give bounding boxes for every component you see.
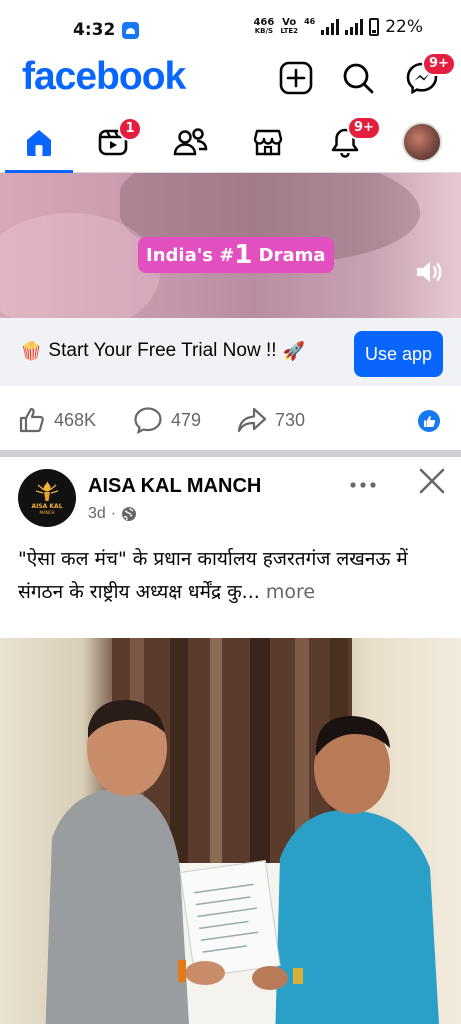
- ad-pill-suffix: Drama: [258, 244, 326, 266]
- friends-icon: [173, 128, 208, 156]
- plus-icon: [279, 61, 313, 95]
- post-header: AISA KAL MANCH AISA KAL MANCH 3d ·: [0, 457, 461, 529]
- volte-top: Vo: [282, 17, 297, 28]
- rocket-icon: 🚀: [282, 340, 305, 361]
- share-count: 730: [275, 409, 306, 430]
- tab-home[interactable]: [4, 113, 74, 171]
- photo-content: [45, 638, 439, 1024]
- popcorn-icon: 🍿: [20, 340, 43, 361]
- use-app-button[interactable]: Use app: [354, 331, 443, 377]
- signal-icon: [321, 19, 340, 35]
- post-caption-text: "ऐसा कल मंच" के प्रधान कार्यालय हजरतगंज …: [18, 548, 408, 603]
- share-icon: [237, 407, 267, 433]
- avatar-text-bottom: MANCH: [39, 510, 55, 515]
- signal-icon-2: [345, 19, 364, 35]
- profile-avatar: [402, 122, 442, 162]
- tab-profile[interactable]: [387, 113, 457, 171]
- globe-icon: [122, 507, 137, 521]
- tab-video[interactable]: 1: [78, 113, 148, 171]
- post-caption: "ऐसा कल मंच" के प्रधान कार्यालय हजरतगंज …: [0, 529, 461, 638]
- like-reaction-icon: [418, 410, 440, 432]
- close-icon: [419, 468, 445, 494]
- ad-pill-prefix: India's #: [146, 244, 235, 266]
- create-button[interactable]: [276, 58, 316, 98]
- like-count: 468K: [54, 409, 97, 430]
- volume-button[interactable]: [414, 257, 444, 291]
- ad-reactions: 468K 479 730: [0, 386, 461, 450]
- battery-percent: 22%: [385, 17, 423, 37]
- volume-icon: [417, 262, 442, 282]
- ad-video[interactable]: India's #1 Drama: [0, 173, 461, 318]
- marketplace-icon: [253, 129, 283, 156]
- ad-cta-bar: 🍿 Start Your Free Trial Now !! 🚀 Use app: [0, 318, 461, 386]
- post-time[interactable]: 3d: [88, 505, 106, 523]
- more-icon: [350, 482, 376, 488]
- feed-divider: [0, 450, 461, 457]
- search-icon: [343, 63, 374, 94]
- home-icon: [27, 130, 51, 156]
- torch-logo-icon: [36, 481, 58, 501]
- page-avatar[interactable]: AISA KAL MANCH: [18, 469, 76, 527]
- avatar-text-top: AISA KAL: [31, 503, 63, 510]
- notifications-badge: 9+: [347, 116, 381, 140]
- network-speed-value: 466: [253, 17, 275, 28]
- post-options-button[interactable]: [349, 471, 377, 496]
- meta-separator: ·: [110, 505, 117, 522]
- status-time: 4:32: [73, 20, 116, 40]
- comment-button[interactable]: 479: [133, 406, 201, 434]
- volte-indicator: Vo LTE2: [280, 18, 298, 36]
- see-more-link[interactable]: more: [266, 581, 315, 603]
- network-speed-unit: KB/S: [254, 27, 274, 35]
- tab-marketplace[interactable]: [233, 113, 303, 171]
- video-badge: 1: [118, 117, 142, 141]
- facebook-logo[interactable]: facebook: [22, 55, 186, 99]
- comment-count: 479: [171, 409, 202, 430]
- like-button[interactable]: 468K: [18, 406, 96, 434]
- ad-cta-text: Start Your Free Trial Now !!: [48, 340, 277, 361]
- tab-friends[interactable]: [156, 113, 226, 171]
- post-meta: 3d ·: [88, 505, 137, 523]
- network-speed: 466 KB/S: [253, 18, 274, 36]
- app-header: facebook 9+: [0, 52, 461, 113]
- ad-pill-number: 1: [234, 240, 253, 270]
- network-type: 46: [304, 17, 316, 26]
- messenger-badge: 9+: [422, 52, 456, 76]
- app-notification-icon: [122, 22, 139, 39]
- ad-title-pill: India's #1 Drama: [138, 237, 334, 273]
- comment-icon: [134, 407, 162, 434]
- main-tabs: 1 9+: [0, 113, 461, 173]
- page-name[interactable]: AISA KAL MANCH: [88, 475, 261, 498]
- battery-icon: [369, 18, 380, 36]
- thumbs-up-icon: [19, 407, 44, 433]
- hide-post-button[interactable]: [418, 467, 446, 499]
- ad-cta-text-wrap: 🍿 Start Your Free Trial Now !! 🚀: [20, 340, 305, 362]
- tab-notifications[interactable]: 9+: [310, 113, 381, 171]
- status-indicators: 466 KB/S Vo LTE2 46 22%: [253, 17, 423, 37]
- messenger-button[interactable]: 9+: [402, 52, 456, 98]
- volte-bottom: LTE2: [280, 27, 299, 35]
- status-bar: 4:32 466 KB/S Vo LTE2 46 22%: [0, 0, 461, 58]
- share-button[interactable]: 730: [237, 406, 305, 434]
- search-button[interactable]: [338, 58, 378, 98]
- post-photo[interactable]: [0, 638, 461, 1024]
